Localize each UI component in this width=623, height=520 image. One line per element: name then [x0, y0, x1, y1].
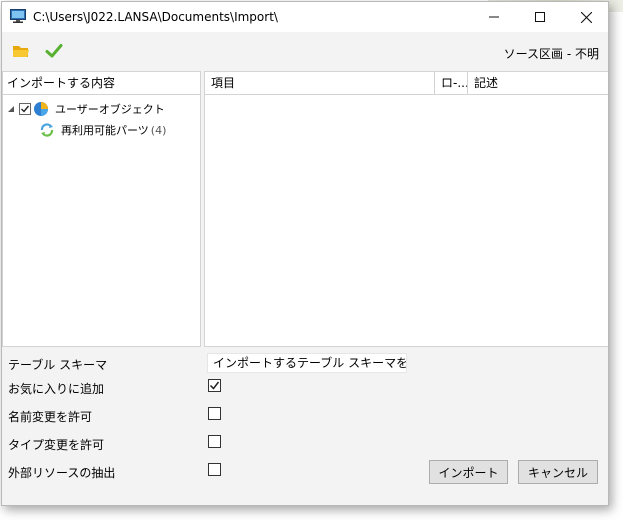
column-header-item[interactable]: 項目	[205, 72, 435, 94]
title-bar: C:\Users\J022.LANSA\Documents\Import\	[2, 2, 608, 32]
column-header-lo[interactable]: ロ-...	[435, 72, 468, 94]
external-resource-checkbox[interactable]	[208, 463, 221, 476]
tree-item-reusable-parts[interactable]: 再利用可能パーツ (4)	[39, 121, 166, 139]
column-header-description[interactable]: 記述	[468, 72, 608, 94]
maximize-icon	[535, 12, 545, 22]
rename-checkbox[interactable]	[208, 407, 221, 420]
table-schema-select[interactable]: インポートするテーブル スキーマを使用する	[207, 353, 407, 373]
tree-item-label: 再利用可能パーツ	[61, 124, 149, 137]
user-objects-icon	[34, 102, 48, 116]
table-schema-label: テーブル スキーマ	[8, 358, 108, 372]
maximize-button[interactable]	[517, 2, 563, 32]
minimize-button[interactable]	[471, 2, 517, 32]
favorites-checkbox[interactable]	[208, 379, 221, 392]
check-icon	[21, 105, 30, 113]
window-title: C:\Users\J022.LANSA\Documents\Import\	[33, 10, 278, 24]
cancel-button[interactable]: キャンセル	[518, 460, 598, 484]
items-grid: 項目 ロ-... 記述	[204, 71, 608, 347]
favorites-label: お気に入りに追加	[8, 382, 105, 396]
app-monitor-icon	[10, 9, 26, 23]
close-icon	[580, 11, 592, 23]
tree-item-checkbox[interactable]	[19, 103, 31, 115]
close-button[interactable]	[563, 2, 608, 32]
tree-item-count: (4)	[150, 123, 167, 137]
tree-header: インポートする内容	[3, 72, 200, 95]
checkmark-icon[interactable]	[45, 42, 63, 60]
toolbar: ソース区画 - 不明	[2, 32, 608, 68]
rename-label: 名前変更を許可	[8, 410, 93, 424]
minimize-icon	[489, 16, 499, 18]
import-button[interactable]: インポート	[429, 460, 508, 484]
retype-label: タイプ変更を許可	[8, 438, 105, 452]
external-resource-label: 外部リソースの抽出	[8, 466, 116, 480]
expand-triangle-icon[interactable]	[7, 105, 15, 113]
grid-header: 項目 ロ-... 記述	[205, 72, 608, 95]
retype-checkbox[interactable]	[208, 435, 221, 448]
folder-open-icon[interactable]	[12, 42, 30, 60]
import-dialog: C:\Users\J022.LANSA\Documents\Import\ ソー…	[1, 1, 609, 506]
tree-item-label: ユーザーオブジェクト	[55, 103, 165, 116]
import-content-tree: インポートする内容 ユーザーオブジェクト 再利用可能パーツ (4)	[2, 71, 201, 347]
tree-item-user-objects[interactable]: ユーザーオブジェクト	[7, 100, 165, 118]
check-icon	[209, 381, 220, 390]
reusable-part-icon	[40, 123, 54, 137]
source-partition-label: ソース区画 - 不明	[503, 47, 599, 61]
